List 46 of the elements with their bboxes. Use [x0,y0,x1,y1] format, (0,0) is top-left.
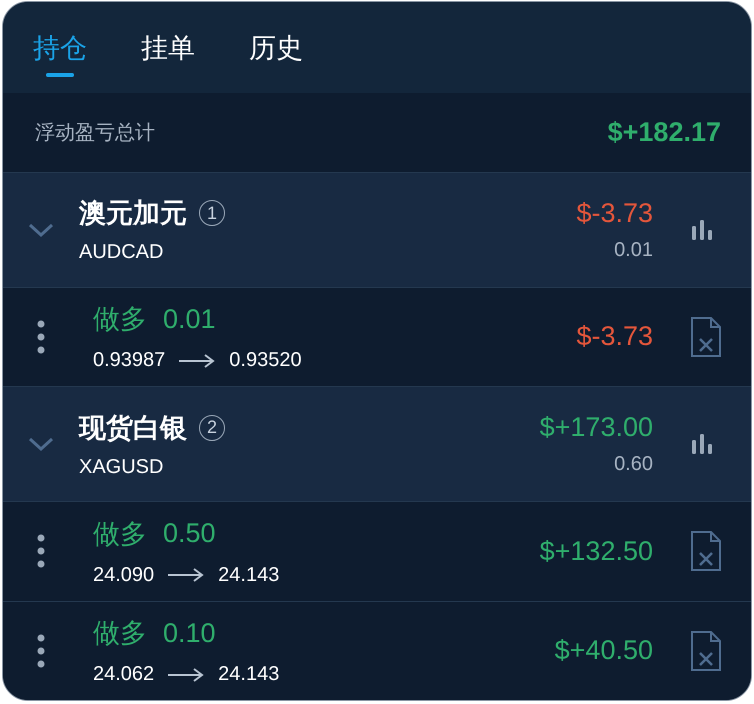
count-badge: 2 [199,414,225,441]
profit-value: $+173.00 [540,412,653,444]
profit-value: $+40.50 [554,635,653,666]
count-badge: 1 [199,200,225,226]
current-price: 0.93520 [229,349,302,372]
symbol-code: AUDCAD [79,241,164,264]
summary-label: 浮动盈亏总计 [35,120,155,146]
close-document-icon[interactable] [691,316,721,357]
volume-value: 0.01 [614,238,653,262]
instrument-name: 现货白银 [79,412,187,445]
group-row[interactable]: 现货白银 2 XAGUSD $+173.00 0.60 [3,386,751,502]
close-document-icon[interactable] [691,531,721,572]
tab[interactable]: 历史 [249,2,303,93]
more-icon[interactable] [37,534,45,568]
more-icon[interactable] [37,320,45,354]
bar-chart-icon[interactable] [691,220,713,240]
profit-value: $+132.50 [540,536,653,567]
chevron-down-icon[interactable] [28,222,54,238]
profit-value: $-3.73 [576,321,653,352]
trade-side: 做多 [93,518,147,551]
arrow-right-icon [168,568,204,582]
lot-size: 0.01 [163,304,216,335]
open-price: 24.090 [93,564,154,587]
current-price: 24.143 [218,564,280,587]
arrow-right-icon [179,354,216,368]
lot-size: 0.50 [163,518,216,550]
arrow-right-icon [168,668,204,682]
symbol-code: XAGUSD [79,456,164,479]
trade-side: 做多 [93,303,147,336]
volume-value: 0.60 [614,453,653,476]
instrument-name: 澳元加元 [79,197,187,230]
position-row[interactable]: 做多 0.10 24.062 24.143 $+40.50 [3,600,751,700]
close-document-icon[interactable] [691,630,721,671]
open-price: 0.93987 [93,349,166,372]
current-price: 24.143 [218,663,280,686]
lot-size: 0.10 [163,618,216,649]
profit-value: $-3.73 [576,198,653,229]
more-icon[interactable] [37,634,45,668]
trade-side: 做多 [93,617,147,650]
total-profit: $+182.17 [608,116,721,148]
group-row[interactable]: 澳元加元 1 AUDCAD $-3.73 0.01 [3,172,751,287]
tab[interactable]: 挂单 [141,2,195,93]
tab[interactable]: 持仓 [33,2,87,93]
bar-chart-icon[interactable] [691,434,713,454]
open-price: 24.062 [93,663,154,686]
chevron-down-icon[interactable] [28,436,54,452]
